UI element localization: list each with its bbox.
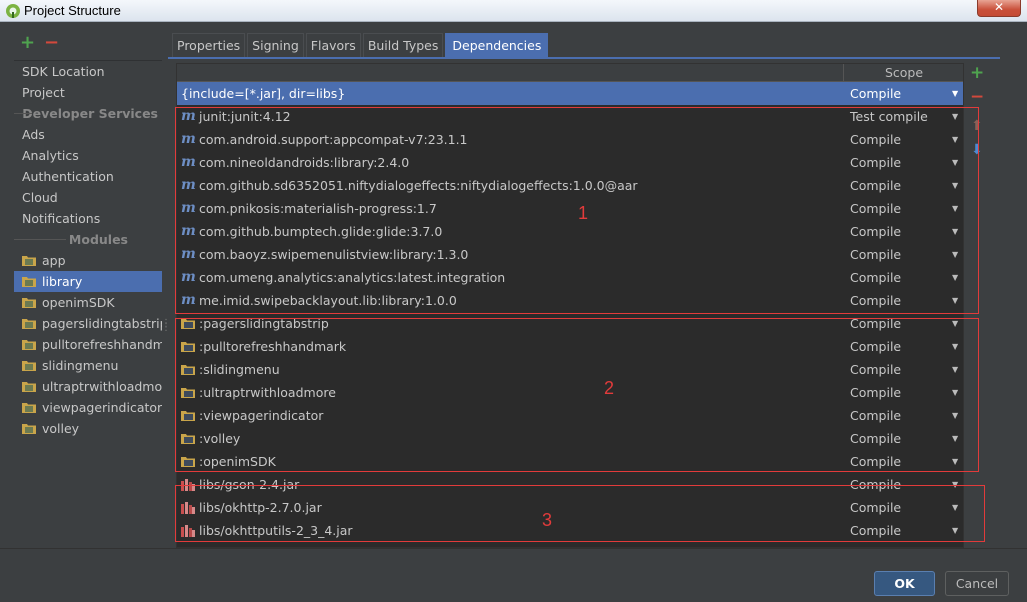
sidebar-module-label: viewpagerindicator [42,400,162,415]
annotation-label-3: 3 [542,510,553,530]
module-folder-icon [22,356,36,371]
sidebar-module-item[interactable]: pulltorefreshhandma [14,334,162,355]
sidebar-module-label: pulltorefreshhandma [42,337,162,352]
module-folder-icon [22,419,36,434]
sidebar-module-label: app [42,253,66,268]
sidebar-module-item[interactable]: library [14,271,162,292]
module-folder-icon [22,251,36,266]
tab-build-types[interactable]: Build Types [362,33,444,57]
remove-dependency-button[interactable]: − [970,89,984,106]
title-bar: Project Structure ✕ [0,0,1027,22]
tab-signing[interactable]: Signing [247,33,304,57]
scope-dropdown-icon[interactable]: ▼ [952,82,958,105]
sidebar-item-authentication[interactable]: Authentication [14,166,162,187]
sidebar-item-sdk-location[interactable]: SDK Location [14,61,162,82]
scope-value[interactable]: Compile [850,82,901,105]
dialog-button-bar: OK Cancel [0,548,1027,602]
module-folder-icon [22,272,36,287]
sidebar-module-item[interactable]: ultraptrwithloadmor [14,376,162,397]
sidebar-module-label: ultraptrwithloadmor [42,379,162,394]
sidebar-item-notifications[interactable]: Notifications [14,208,162,229]
section-header-label: Modules [68,232,128,247]
sidebar-module-label: volley [42,421,80,436]
sidebar-module-label: openimSDK [42,295,115,310]
cancel-button[interactable]: Cancel [945,571,1009,596]
dependency-name: {include=[*.jar], dir=libs} [181,86,346,101]
sidebar-module-label: library [42,274,83,289]
annotation-box-2 [175,318,979,472]
annotation-label-2: 2 [604,378,615,398]
sidebar-item-analytics[interactable]: Analytics [14,145,162,166]
sidebar-module-item[interactable]: pagerslidingtabstrip [14,313,162,334]
add-dependency-button[interactable]: + [970,65,984,82]
left-panel: + − SDK Location Project Developer Servi… [0,22,171,548]
tab-dependencies[interactable]: Dependencies [445,33,549,57]
splitter-handle[interactable]: ⋮ ⋮ [161,319,171,362]
window-close-button[interactable]: ✕ [977,0,1021,17]
sidebar-module-item[interactable]: openimSDK [14,292,162,313]
module-folder-icon [22,293,36,308]
sidebar-module-label: pagerslidingtabstrip [42,316,162,331]
section-header-label: Developer Services [22,106,158,121]
sidebar-nav: SDK Location Project Developer Services … [14,60,162,548]
module-folder-icon [22,377,36,392]
module-folder-icon [22,335,36,350]
section-header-modules: Modules [14,229,162,250]
android-studio-icon [6,4,20,18]
tab-flavors[interactable]: Flavors [305,33,361,57]
sidebar-module-label: slidingmenu [42,358,119,373]
sidebar-module-item[interactable]: volley [14,418,162,439]
module-folder-icon [22,314,36,329]
table-header: Scope [177,64,963,82]
remove-module-button[interactable]: − [44,34,59,52]
annotation-box-3 [175,485,985,542]
sidebar-module-item[interactable]: slidingmenu [14,355,162,376]
module-list: app library openimSDK pagerslidingtabstrip p… [14,250,162,439]
table-row[interactable]: {include=[*.jar], dir=libs} Compile ▼ [177,82,963,105]
sidebar-item-cloud[interactable]: Cloud [14,187,162,208]
scope-column-header[interactable]: Scope [844,64,963,82]
sidebar-item-project[interactable]: Project [14,82,162,103]
tab-bar: Properties Signing Flavors Build Types D… [172,33,550,57]
annotation-label-1: 1 [578,203,589,223]
sidebar-module-item[interactable]: app [14,250,162,271]
ok-button[interactable]: OK [874,571,935,596]
window-title: Project Structure [24,3,121,18]
sidebar-module-item[interactable]: viewpagerindicator [14,397,162,418]
tab-properties[interactable]: Properties [172,33,246,57]
add-module-button[interactable]: + [20,34,35,52]
sidebar-item-ads[interactable]: Ads [14,124,162,145]
module-folder-icon [22,398,36,413]
annotation-box-1 [175,107,979,314]
section-header-developer-services: Developer Services [14,103,162,124]
